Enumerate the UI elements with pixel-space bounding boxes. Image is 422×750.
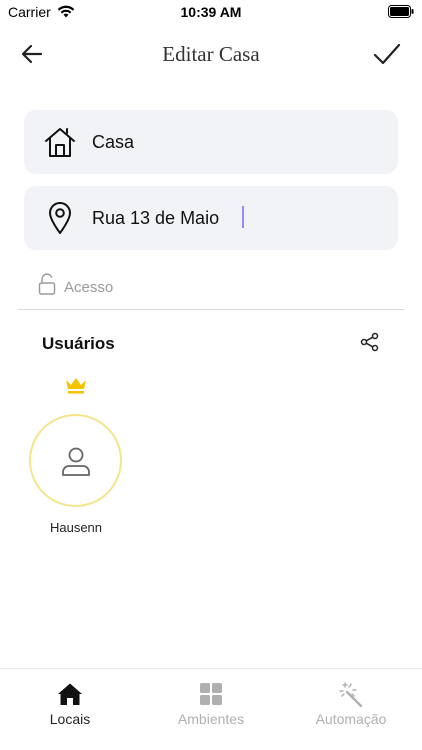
tab-automacao[interactable]: Automação: [281, 669, 421, 735]
share-icon: [360, 332, 379, 352]
user-icon: [61, 447, 90, 476]
status-bar: Carrier 10:39 AM: [0, 0, 422, 26]
checkmark-icon: [373, 43, 401, 65]
text-caret: [242, 206, 244, 228]
arrow-left-icon: [21, 44, 43, 64]
house-filled-icon: [57, 681, 83, 707]
tab-bar: Locais Ambientes Automação: [0, 668, 422, 750]
house-name-input[interactable]: [92, 110, 382, 174]
tab-ambientes[interactable]: Ambientes: [141, 669, 281, 735]
share-button[interactable]: [358, 330, 382, 354]
divider: [18, 309, 404, 310]
user-name: Hausenn: [49, 520, 103, 535]
confirm-button[interactable]: [370, 38, 404, 70]
crown-icon: [66, 378, 86, 394]
nav-bar: Editar Casa: [0, 30, 422, 78]
house-name-field[interactable]: [24, 110, 398, 174]
address-field[interactable]: [24, 186, 398, 250]
map-pin-icon: [42, 200, 78, 236]
grid-icon: [198, 681, 224, 707]
users-section-title: Usuários: [42, 334, 115, 353]
tab-label: Automação: [315, 711, 387, 727]
tab-label: Locais: [49, 711, 91, 727]
access-button[interactable]: Acesso: [38, 270, 113, 298]
page-title: Editar Casa: [162, 42, 260, 66]
tab-locais[interactable]: Locais: [0, 669, 140, 735]
unlock-icon: [38, 273, 56, 295]
house-icon: [42, 124, 78, 160]
back-button[interactable]: [16, 40, 48, 68]
address-input[interactable]: [92, 186, 382, 250]
battery-icon: [388, 5, 414, 18]
access-label: Acesso: [64, 278, 114, 296]
magic-wand-icon: [338, 681, 364, 707]
user-avatar[interactable]: [29, 414, 122, 507]
status-time: 10:39 AM: [180, 4, 242, 20]
tab-label: Ambientes: [177, 711, 245, 727]
